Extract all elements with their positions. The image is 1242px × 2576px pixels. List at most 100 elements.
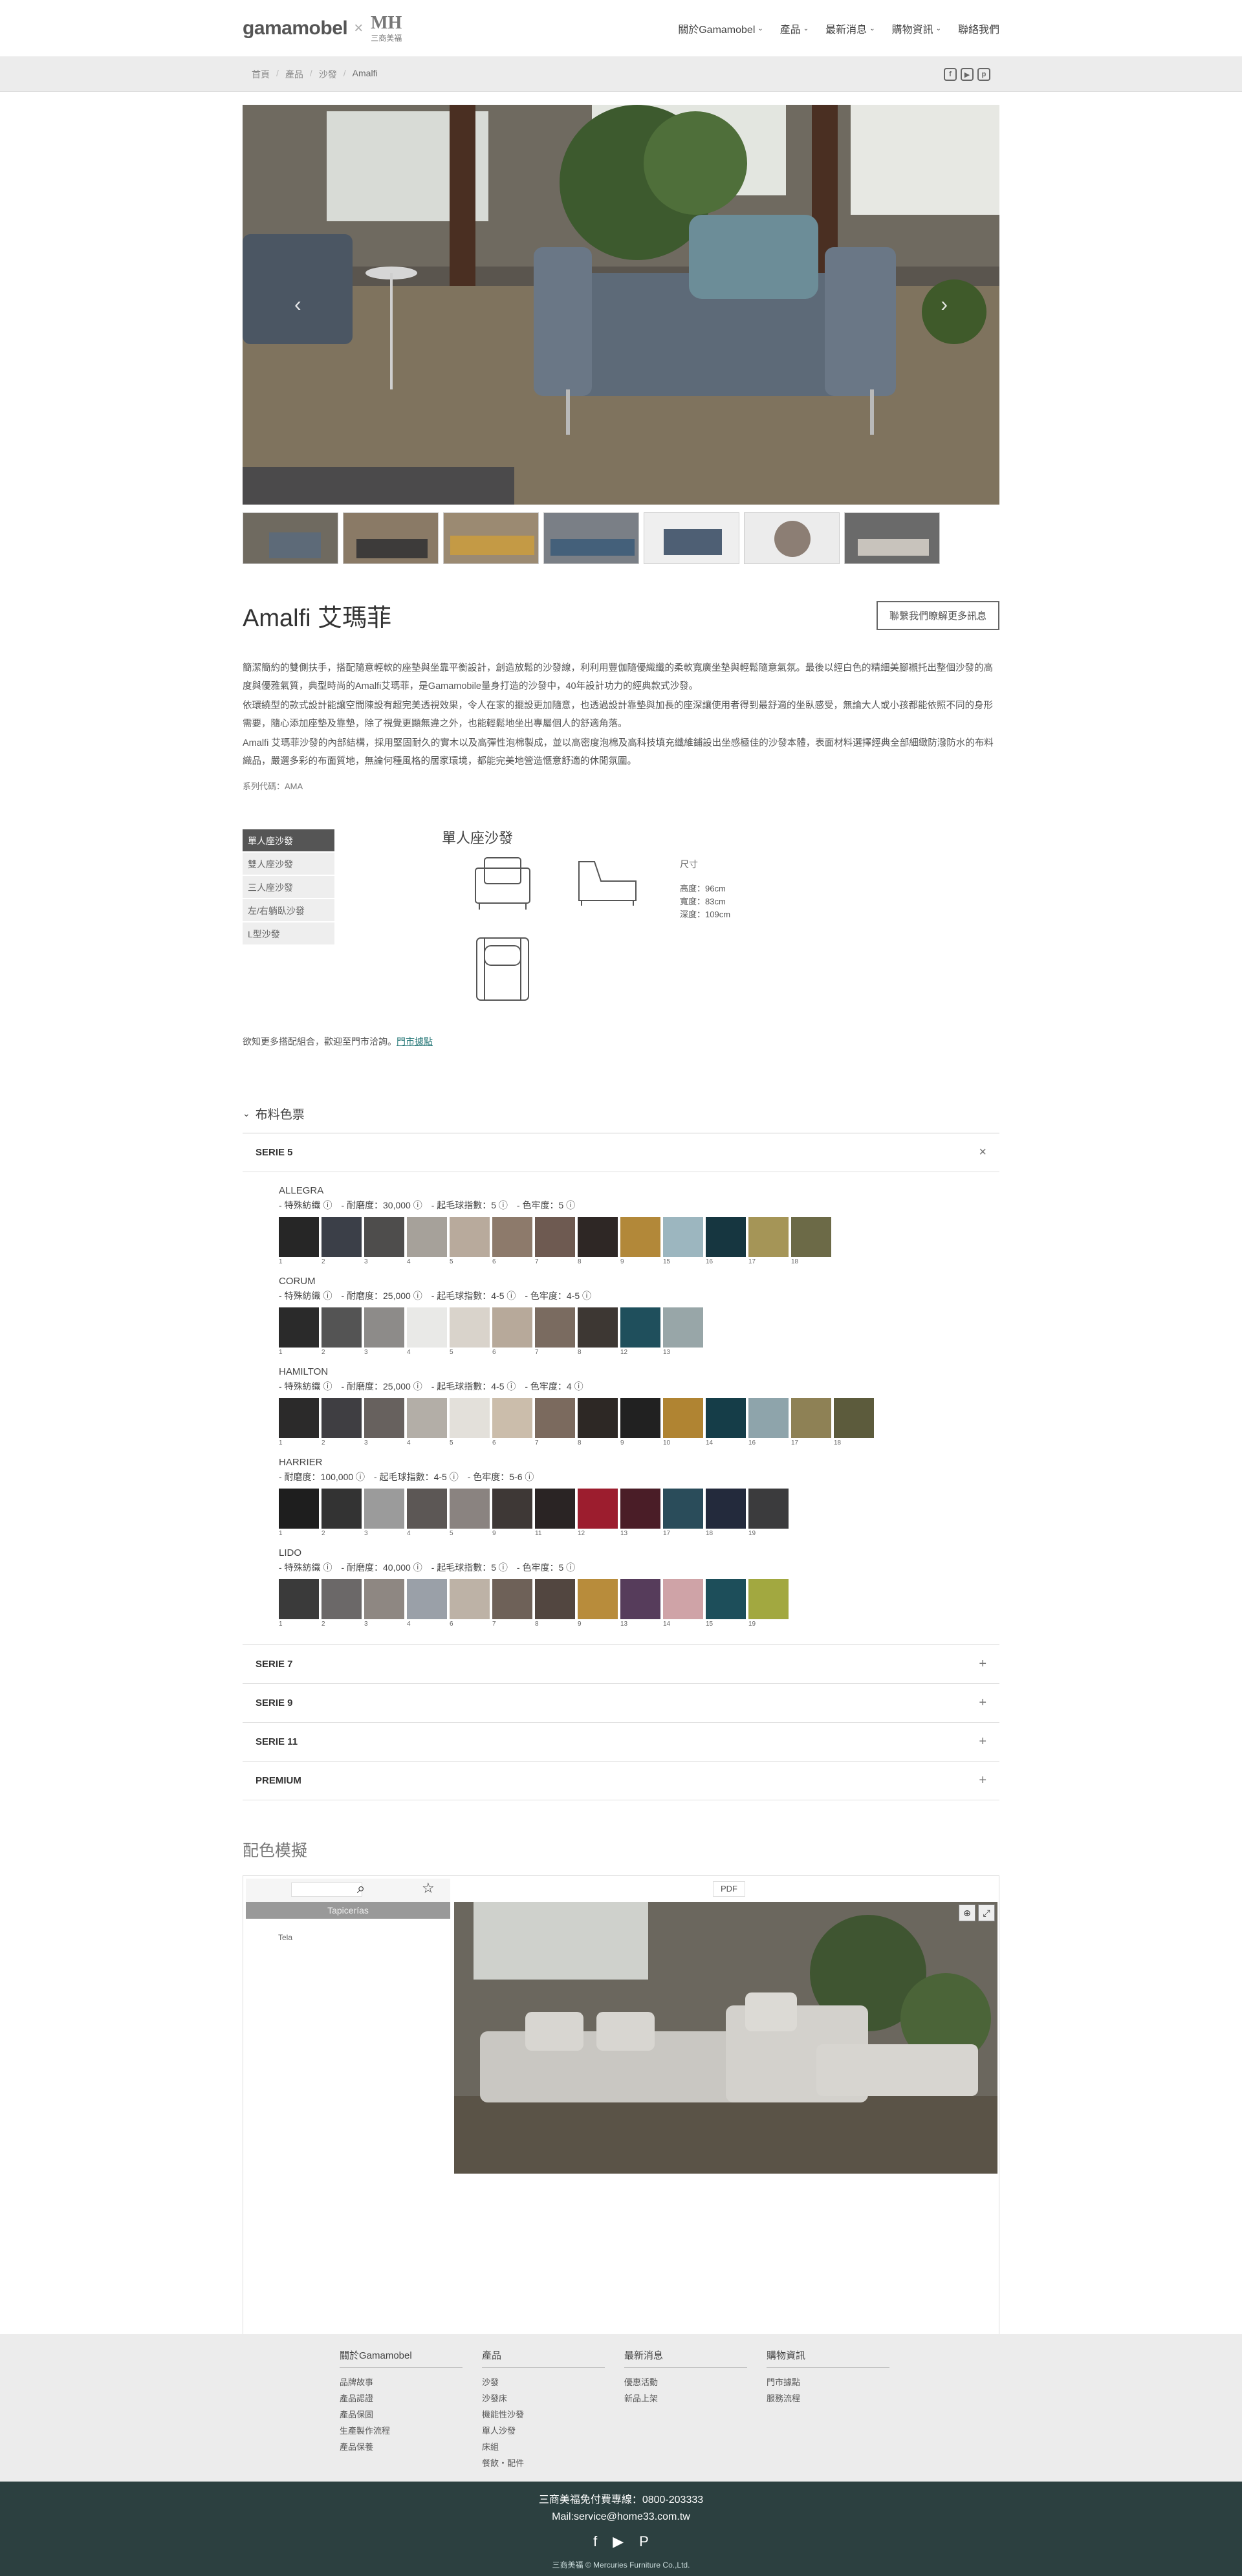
fabric-swatch[interactable]: 3 <box>364 1489 404 1537</box>
fabric-swatch[interactable]: 12 <box>620 1307 660 1356</box>
fabric-swatch[interactable]: 7 <box>492 1579 532 1628</box>
fabric-swatch[interactable]: 18 <box>791 1217 831 1265</box>
fabric-swatch[interactable]: 15 <box>706 1579 746 1628</box>
fabric-swatch[interactable]: 1 <box>279 1398 319 1446</box>
footer-link[interactable]: 產品保固 <box>340 2407 463 2423</box>
fabric-swatch[interactable]: 3 <box>364 1579 404 1628</box>
fabric-swatch[interactable]: 16 <box>748 1398 789 1446</box>
footer-link[interactable]: 品牌故事 <box>340 2374 463 2390</box>
serie-header-open[interactable]: SERIE 5 × <box>243 1133 999 1172</box>
breadcrumb-products[interactable]: 產品 <box>285 68 303 81</box>
fabric-swatch[interactable]: 2 <box>321 1398 362 1446</box>
thumbnail[interactable] <box>243 512 338 564</box>
pinterest-icon[interactable]: P <box>639 2533 649 2550</box>
serie-header-collapsed[interactable]: SERIE 7 + <box>243 1645 999 1684</box>
nav-shopping[interactable]: 購物資訊 ⌄ <box>892 21 941 36</box>
serie-header-collapsed[interactable]: SERIE 11 + <box>243 1723 999 1762</box>
fabric-swatch[interactable]: 5 <box>450 1307 490 1356</box>
fabric-swatch[interactable]: 13 <box>620 1489 660 1537</box>
nav-contact[interactable]: 聯絡我們 <box>958 21 999 36</box>
variant-tab-chaise[interactable]: 左/右躺臥沙發 <box>243 899 334 922</box>
simulator-search-input[interactable] <box>291 1883 362 1897</box>
plus-icon[interactable]: + <box>979 1773 986 1788</box>
carousel-next-icon[interactable]: › <box>941 292 948 316</box>
fabric-swatch[interactable]: 15 <box>663 1217 703 1265</box>
serie-header-collapsed[interactable]: PREMIUM + <box>243 1762 999 1800</box>
fabric-swatch[interactable]: 1 <box>279 1217 319 1265</box>
serie-header-collapsed[interactable]: SERIE 9 + <box>243 1684 999 1723</box>
fabric-swatch[interactable]: 16 <box>706 1217 746 1265</box>
fabric-swatch[interactable]: 5 <box>450 1398 490 1446</box>
fabric-swatch[interactable]: 11 <box>535 1489 575 1537</box>
youtube-icon[interactable]: ▶ <box>613 2533 624 2550</box>
store-locations-link[interactable]: 門市據點 <box>397 1036 433 1047</box>
close-icon[interactable]: × <box>979 1145 986 1160</box>
fabric-swatch[interactable]: 18 <box>706 1489 746 1537</box>
footer-link[interactable]: 產品認證 <box>340 2390 463 2407</box>
footer-link[interactable]: 新品上架 <box>624 2390 747 2407</box>
fabric-swatch[interactable]: 5 <box>450 1489 490 1537</box>
fabric-swatch[interactable]: 13 <box>663 1307 703 1356</box>
variant-tab-double[interactable]: 雙人座沙發 <box>243 853 334 876</box>
footer-link[interactable]: 餐飲・配件 <box>482 2455 605 2471</box>
fabric-swatch[interactable]: 6 <box>492 1217 532 1265</box>
fabric-swatch[interactable]: 17 <box>791 1398 831 1446</box>
plus-icon[interactable]: + <box>979 1696 986 1710</box>
pdf-button[interactable]: PDF <box>713 1881 745 1897</box>
plus-icon[interactable]: + <box>979 1657 986 1672</box>
fabric-swatch[interactable]: 6 <box>450 1579 490 1628</box>
search-icon[interactable]: ⌕ <box>357 1880 365 1897</box>
fabric-swatch[interactable]: 4 <box>407 1579 447 1628</box>
fabric-swatch[interactable]: 14 <box>706 1398 746 1446</box>
footer-link[interactable]: 優惠活動 <box>624 2374 747 2390</box>
fabric-swatch[interactable]: 10 <box>663 1398 703 1446</box>
logo[interactable]: gamamobel × MH 三商美福 <box>243 12 403 45</box>
breadcrumb-sofa[interactable]: 沙發 <box>319 68 337 81</box>
fabric-swatch[interactable]: 5 <box>450 1217 490 1265</box>
footer-link[interactable]: 門市據點 <box>767 2374 889 2390</box>
fabric-option-tela[interactable]: Tela <box>246 1919 450 1942</box>
footer-link[interactable]: 單人沙發 <box>482 2423 605 2439</box>
fabric-swatch[interactable]: 19 <box>748 1579 789 1628</box>
zoom-icon[interactable]: ⊕ <box>959 1905 975 1921</box>
youtube-icon[interactable]: ▶ <box>961 68 974 81</box>
fabric-swatch[interactable]: 8 <box>578 1217 618 1265</box>
carousel-prev-icon[interactable]: ‹ <box>294 292 301 316</box>
fabric-swatch[interactable]: 18 <box>834 1398 874 1446</box>
fabric-swatch[interactable]: 6 <box>492 1398 532 1446</box>
footer-link[interactable]: 服務流程 <box>767 2390 889 2407</box>
pinterest-icon[interactable]: p <box>977 68 990 81</box>
fabric-swatch[interactable]: 9 <box>620 1398 660 1446</box>
fabric-swatch[interactable]: 12 <box>578 1489 618 1537</box>
email-text[interactable]: Mail:service@home33.com.tw <box>0 2511 1242 2523</box>
fabric-swatch[interactable]: 1 <box>279 1579 319 1628</box>
thumbnail[interactable] <box>543 512 639 564</box>
fabric-swatch[interactable]: 13 <box>620 1579 660 1628</box>
plus-icon[interactable]: + <box>979 1734 986 1749</box>
fabric-swatch[interactable]: 3 <box>364 1217 404 1265</box>
footer-link[interactable]: 沙發床 <box>482 2390 605 2407</box>
hero-carousel[interactable]: ‹ › <box>243 105 999 505</box>
fabric-swatch[interactable]: 4 <box>407 1307 447 1356</box>
nav-products[interactable]: 產品 ⌄ <box>780 21 809 36</box>
fabric-swatch[interactable]: 2 <box>321 1217 362 1265</box>
thumbnail[interactable] <box>443 512 539 564</box>
fabric-swatch[interactable]: 4 <box>407 1398 447 1446</box>
fabric-swatch[interactable]: 7 <box>535 1307 575 1356</box>
fabric-swatch[interactable]: 7 <box>535 1398 575 1446</box>
fabric-swatch[interactable]: 2 <box>321 1489 362 1537</box>
thumbnail[interactable] <box>744 512 840 564</box>
variant-tab-l-shape[interactable]: L型沙發 <box>243 922 334 946</box>
fabric-swatch[interactable]: 2 <box>321 1579 362 1628</box>
footer-link[interactable]: 生產製作流程 <box>340 2423 463 2439</box>
fabric-swatch[interactable]: 8 <box>578 1398 618 1446</box>
brand-logo[interactable]: gamamobel <box>243 17 348 39</box>
fabric-swatch[interactable]: 9 <box>578 1579 618 1628</box>
fabric-swatch[interactable]: 17 <box>748 1217 789 1265</box>
fabric-swatch[interactable]: 19 <box>748 1489 789 1537</box>
breadcrumb-home[interactable]: 首頁 <box>252 68 270 81</box>
fabric-swatch[interactable]: 2 <box>321 1307 362 1356</box>
star-icon[interactable]: ☆ <box>422 1880 435 1897</box>
fabric-swatch[interactable]: 6 <box>492 1307 532 1356</box>
footer-link[interactable]: 床組 <box>482 2439 605 2455</box>
